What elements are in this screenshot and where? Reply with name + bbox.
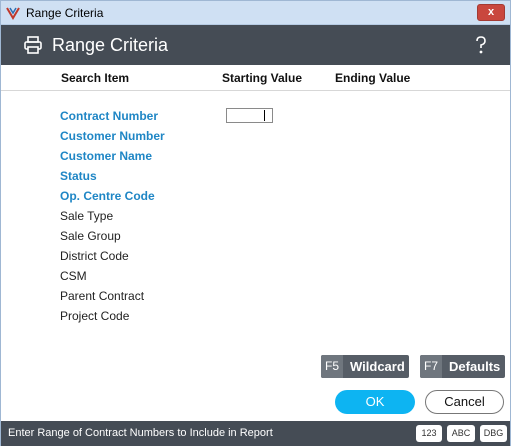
close-button[interactable]: x xyxy=(477,4,505,21)
wildcard-button[interactable]: F5 Wildcard xyxy=(321,355,409,378)
close-icon: x xyxy=(487,6,495,18)
window-title: Range Criteria xyxy=(26,6,104,20)
mode-badge-debug: DBG xyxy=(480,425,507,442)
range-criteria-window: Range Criteria x Range Criteria Search I… xyxy=(0,0,511,446)
criteria-item-customer-number[interactable]: Customer Number xyxy=(60,129,165,143)
criteria-item-district-code[interactable]: District Code xyxy=(60,249,129,263)
criteria-item-customer-name[interactable]: Customer Name xyxy=(60,149,152,163)
status-message: Enter Range of Contract Numbers to Inclu… xyxy=(8,427,273,439)
dialog-header: Range Criteria xyxy=(1,25,510,65)
column-header-search-item: Search Item xyxy=(61,71,130,85)
criteria-item-csm[interactable]: CSM xyxy=(60,269,87,283)
app-logo-icon xyxy=(6,7,20,20)
column-header-ending-value: Ending Value xyxy=(335,71,411,85)
printer-icon xyxy=(24,36,42,54)
ok-button[interactable]: OK xyxy=(335,390,415,414)
column-headers: Search Item Starting Value Ending Value xyxy=(1,65,510,91)
criteria-item-parent-contract[interactable]: Parent Contract xyxy=(60,289,144,303)
cancel-button[interactable]: Cancel xyxy=(425,390,504,414)
mode-badge-numeric: 123 xyxy=(416,425,442,442)
wildcard-key: F5 xyxy=(321,355,343,378)
criteria-item-project-code[interactable]: Project Code xyxy=(60,309,129,323)
text-cursor xyxy=(264,110,265,121)
starting-value-input[interactable] xyxy=(226,108,273,123)
help-icon[interactable] xyxy=(474,35,488,55)
criteria-item-sale-group[interactable]: Sale Group xyxy=(60,229,121,243)
defaults-button[interactable]: F7 Defaults xyxy=(420,355,505,378)
status-bar: Enter Range of Contract Numbers to Inclu… xyxy=(1,421,510,446)
defaults-label: Defaults xyxy=(449,359,501,374)
title-bar[interactable]: Range Criteria x xyxy=(1,1,510,25)
criteria-item-status[interactable]: Status xyxy=(60,169,97,183)
mode-badge-alpha: ABC xyxy=(447,425,475,442)
column-header-starting-value: Starting Value xyxy=(222,71,303,85)
wildcard-label: Wildcard xyxy=(350,359,405,374)
page-title: Range Criteria xyxy=(52,35,169,55)
criteria-item-op-centre-code[interactable]: Op. Centre Code xyxy=(60,189,155,203)
criteria-item-contract-number[interactable]: Contract Number xyxy=(60,109,158,123)
criteria-item-sale-type[interactable]: Sale Type xyxy=(60,209,113,223)
defaults-key: F7 xyxy=(420,355,442,378)
